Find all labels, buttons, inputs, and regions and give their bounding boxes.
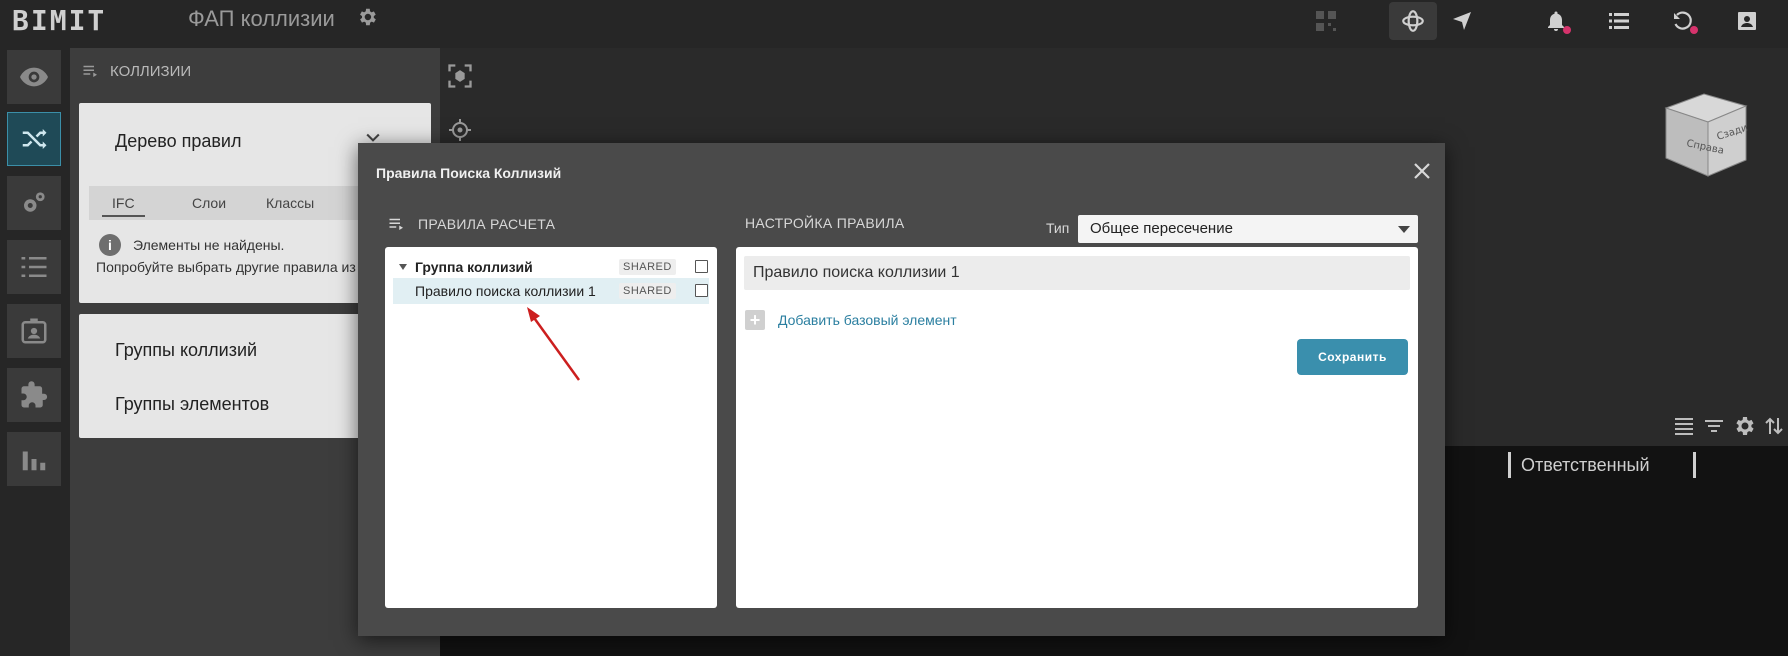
modal-title: Правила Поиска Коллизий [376, 165, 562, 181]
app-root: BIMIT ФАП коллизии КОЛЛИЗИИ Дерево прави… [0, 0, 1788, 656]
panel-header-label: КОЛЛИЗИИ [110, 62, 192, 80]
group-shared-badge: SHARED [619, 259, 676, 275]
sort-arrows-icon[interactable] [1762, 414, 1786, 438]
notification-dot [1563, 26, 1571, 34]
history-replay-icon[interactable] [1664, 4, 1702, 38]
rail-report-badge-icon[interactable] [7, 304, 61, 358]
left-rail [0, 48, 70, 656]
rail-plugins-puzzle-icon[interactable] [7, 368, 61, 422]
history-dot [1690, 26, 1698, 34]
add-base-element-link[interactable]: Добавить базовый элемент [778, 312, 957, 328]
info-icon: i [99, 234, 121, 256]
density-lines-icon[interactable] [1672, 414, 1696, 438]
calc-rules-header: ПРАВИЛА РАСЧЕТА [388, 215, 555, 233]
rail-settings-gears-icon[interactable] [7, 176, 61, 230]
tree-rule-label: Правило поиска коллизии 1 [415, 283, 596, 299]
top-bar: BIMIT ФАП коллизии [0, 0, 1788, 48]
rail-analytics-bars-icon[interactable] [7, 432, 61, 486]
qr-code-icon[interactable] [1307, 4, 1345, 38]
rule-settings-header: НАСТРОЙКА ПРАВИЛА [745, 215, 905, 231]
target-crosshair-icon[interactable] [444, 114, 476, 146]
group-checkbox[interactable] [695, 260, 708, 273]
rail-numbered-list-icon[interactable] [7, 240, 61, 294]
calc-rules-label: ПРАВИЛА РАСЧЕТА [418, 216, 556, 232]
project-settings-gear-icon[interactable] [356, 6, 378, 28]
orbit-mode-icon[interactable] [1389, 2, 1437, 40]
app-logo[interactable]: BIMIT [12, 4, 106, 37]
caret-down-icon [1398, 226, 1410, 233]
rule-settings-label: НАСТРОЙКА ПРАВИЛА [745, 215, 905, 231]
rules-tree-list: Группа коллизий SHARED Правило поиска ко… [385, 247, 717, 608]
empty-state-title: Элементы не найдены. [133, 237, 285, 253]
panel-header: КОЛЛИЗИИ [82, 62, 191, 80]
column-header-responsible[interactable]: Ответственный [1508, 452, 1696, 478]
fit-view-icon[interactable] [444, 60, 476, 92]
tab-ifc[interactable]: IFC [102, 195, 145, 217]
tree-group-label: Группа коллизий [415, 259, 533, 275]
rail-collisions-shuffle-icon[interactable] [7, 112, 61, 166]
tree-group-row[interactable]: Группа коллизий SHARED [393, 254, 709, 280]
collision-rules-modal: Правила Поиска Коллизий ПРАВИЛА РАСЧЕТА … [358, 143, 1445, 636]
type-select-value: Общее пересечение [1090, 220, 1233, 237]
list-menu-icon[interactable] [1600, 4, 1638, 38]
rules-tree-title[interactable]: Дерево правил [115, 131, 241, 152]
save-button[interactable]: Сохранить [1297, 339, 1408, 375]
fly-mode-icon[interactable] [1443, 4, 1481, 38]
tab-layers[interactable]: Слои [192, 195, 226, 211]
view-cube-icon[interactable]: Справа Сзади [1656, 90, 1756, 186]
rail-view-eye-icon[interactable] [7, 50, 61, 104]
collision-groups-item[interactable]: Группы коллизий [115, 340, 257, 361]
tree-rule-row[interactable]: Правило поиска коллизии 1 SHARED [393, 278, 709, 304]
type-label: Тип [1046, 220, 1070, 236]
tab-classes[interactable]: Классы [266, 195, 314, 211]
user-profile-icon[interactable] [1728, 4, 1766, 38]
project-title: ФАП коллизии [188, 6, 335, 31]
element-groups-item[interactable]: Группы элементов [115, 394, 269, 415]
notifications-bell-icon[interactable] [1537, 4, 1575, 38]
playlist-icon [389, 218, 403, 230]
rule-checkbox[interactable] [695, 284, 708, 297]
rule-settings-box: Правило поиска коллизии 1 + Добавить баз… [736, 247, 1418, 608]
rule-name-field[interactable]: Правило поиска коллизии 1 [744, 256, 1410, 290]
grid-settings-gear-icon[interactable] [1732, 414, 1756, 438]
filter-icon[interactable] [1702, 414, 1726, 438]
add-plus-icon[interactable]: + [745, 310, 765, 330]
type-select[interactable]: Общее пересечение [1078, 215, 1418, 243]
rule-shared-badge: SHARED [619, 283, 676, 299]
close-icon[interactable] [1410, 159, 1434, 183]
expand-arrow-icon[interactable] [399, 264, 407, 270]
playlist-icon [83, 65, 97, 77]
